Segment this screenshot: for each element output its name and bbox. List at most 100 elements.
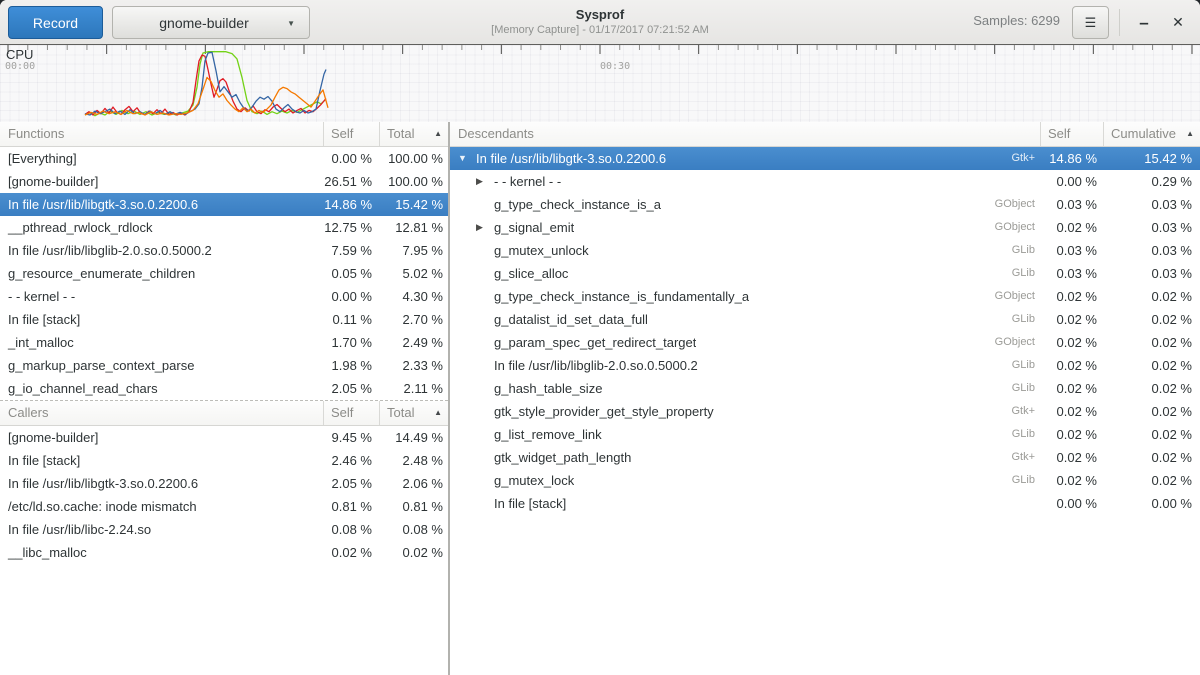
descendants-self-column-header[interactable]: Self (1040, 122, 1103, 146)
function-name: In file /usr/lib/libglib-2.0.so.0.5000.2 (0, 239, 323, 262)
function-name: g_io_channel_read_chars (0, 377, 323, 400)
functions-row[interactable]: g_markup_parse_context_parse1.98 %2.33 % (0, 354, 448, 377)
expander-closed-icon[interactable]: ▶ (476, 216, 494, 239)
capture-subtitle: [Memory Capture] - 01/17/2017 07:21:52 A… (300, 23, 900, 37)
cumulative-percent: 0.02 % (1103, 331, 1200, 354)
functions-row[interactable]: In file [stack]0.11 %2.70 % (0, 308, 448, 331)
expander-closed-icon[interactable]: ▶ (476, 170, 494, 193)
descendants-row[interactable]: gtk_style_provider_get_style_propertyGtk… (450, 400, 1200, 423)
functions-row[interactable]: [Everything]0.00 %100.00 % (0, 147, 448, 170)
functions-row[interactable]: In file /usr/lib/libglib-2.0.so.0.5000.2… (0, 239, 448, 262)
callers-row[interactable]: In file [stack]2.46 %2.48 % (0, 449, 448, 472)
self-percent: 0.02 % (1040, 308, 1103, 331)
indent-spacer (458, 423, 476, 446)
self-percent: 0.02 % (1040, 423, 1103, 446)
function-name: In file /usr/lib/libc-2.24.so (0, 518, 323, 541)
function-name: g_param_spec_get_redirect_target (494, 331, 696, 354)
callers-row[interactable]: In file /usr/lib/libgtk-3.so.0.2200.62.0… (0, 472, 448, 495)
indent-spacer (458, 377, 476, 400)
functions-row[interactable]: _int_malloc1.70 %2.49 % (0, 331, 448, 354)
callers-row[interactable]: In file /usr/lib/libc-2.24.so0.08 %0.08 … (0, 518, 448, 541)
titlebar-separator (1119, 9, 1120, 36)
function-name: In file [stack] (0, 308, 323, 331)
total-percent: 15.42 % (379, 193, 448, 216)
sort-ascending-icon: ▲ (434, 122, 442, 146)
record-button[interactable]: Record (8, 6, 103, 39)
functions-row[interactable]: In file /usr/lib/libgtk-3.so.0.2200.614.… (0, 193, 448, 216)
function-name: __pthread_rwlock_rdlock (0, 216, 323, 239)
descendant-name-cell: g_mutex_unlockGLib (450, 239, 1040, 262)
functions-row[interactable]: - - kernel - -0.00 %4.30 % (0, 285, 448, 308)
functions-row[interactable]: [gnome-builder]26.51 %100.00 % (0, 170, 448, 193)
expander-placeholder (476, 239, 494, 262)
sysprof-window: Record gnome-builder ▼ Sysprof [Memory C… (0, 0, 1200, 675)
function-name: In file /usr/lib/libgtk-3.so.0.2200.6 (0, 193, 323, 216)
descendants-row[interactable]: g_mutex_unlockGLib0.03 %0.03 % (450, 239, 1200, 262)
functions-column-header[interactable]: Functions (0, 122, 323, 146)
cpu-graph-label: CPU (6, 48, 33, 61)
descendants-row[interactable]: In file [stack]0.00 %0.00 % (450, 492, 1200, 515)
descendants-row[interactable]: In file /usr/lib/libglib-2.0.so.0.5000.2… (450, 354, 1200, 377)
self-percent: 0.02 % (1040, 285, 1103, 308)
close-button[interactable]: ✕ (1162, 6, 1194, 39)
functions-total-column-header[interactable]: Total ▲ (379, 122, 448, 146)
descendant-name-cell: g_mutex_lockGLib (450, 469, 1040, 492)
descendants-row[interactable]: g_type_check_instance_is_aGObject0.03 %0… (450, 193, 1200, 216)
library-tag: GObject (995, 331, 1040, 354)
function-name: gtk_style_provider_get_style_property (494, 400, 714, 423)
title-box: Sysprof [Memory Capture] - 01/17/2017 07… (300, 6, 900, 37)
descendants-row[interactable]: g_type_check_instance_is_fundamentally_a… (450, 285, 1200, 308)
descendants-row[interactable]: ▼In file /usr/lib/libgtk-3.so.0.2200.6Gt… (450, 147, 1200, 170)
indent-spacer (458, 446, 476, 469)
function-name: g_resource_enumerate_children (0, 262, 323, 285)
descendants-header: Descendants Self Cumulative ▲ (450, 122, 1200, 147)
descendants-row[interactable]: g_list_remove_linkGLib0.02 %0.02 % (450, 423, 1200, 446)
library-tag: GLib (1012, 423, 1040, 446)
functions-row[interactable]: g_resource_enumerate_children0.05 %5.02 … (0, 262, 448, 285)
descendants-row[interactable]: ▶g_signal_emitGObject0.02 %0.03 % (450, 216, 1200, 239)
cumulative-percent: 0.03 % (1103, 262, 1200, 285)
cumulative-percent: 0.02 % (1103, 469, 1200, 492)
cumulative-percent: 0.03 % (1103, 239, 1200, 262)
descendants-cumulative-column-header[interactable]: Cumulative ▲ (1103, 122, 1200, 146)
callers-row[interactable]: __libc_malloc0.02 %0.02 % (0, 541, 448, 564)
process-selector-dropdown[interactable]: gnome-builder ▼ (112, 6, 310, 39)
function-name: [gnome-builder] (0, 170, 323, 193)
minimize-button[interactable]: – (1128, 6, 1160, 39)
cumulative-percent: 0.02 % (1103, 354, 1200, 377)
callers-total-column-header[interactable]: Total ▲ (379, 401, 448, 425)
functions-self-column-header[interactable]: Self (323, 122, 379, 146)
expander-placeholder (476, 377, 494, 400)
self-percent: 0.02 % (1040, 377, 1103, 400)
descendants-row[interactable]: g_mutex_lockGLib0.02 %0.02 % (450, 469, 1200, 492)
callers-row[interactable]: /etc/ld.so.cache: inode mismatch0.81 %0.… (0, 495, 448, 518)
function-name: g_signal_emit (494, 216, 574, 239)
menu-button[interactable]: ☰ (1072, 6, 1109, 39)
descendants-column-header[interactable]: Descendants (450, 122, 1040, 146)
cumulative-percent: 0.02 % (1103, 285, 1200, 308)
callers-self-column-header[interactable]: Self (323, 401, 379, 425)
descendants-row[interactable]: gtk_widget_path_lengthGtk+0.02 %0.02 % (450, 446, 1200, 469)
descendants-row[interactable]: g_datalist_id_set_data_fullGLib0.02 %0.0… (450, 308, 1200, 331)
self-percent: 0.03 % (1040, 262, 1103, 285)
callers-column-header[interactable]: Callers (0, 401, 323, 425)
cpu-graph[interactable]: CPU 00:00 00:30 (0, 45, 1200, 123)
expander-placeholder (476, 262, 494, 285)
cumulative-percent: 0.03 % (1103, 216, 1200, 239)
self-percent: 0.03 % (1040, 239, 1103, 262)
descendant-name-cell: g_slice_allocGLib (450, 262, 1040, 285)
descendants-row[interactable]: g_param_spec_get_redirect_target GObject 0… (450, 331, 1200, 354)
callers-row[interactable]: [gnome-builder]9.45 %14.49 % (0, 426, 448, 449)
chevron-down-icon: ▼ (287, 19, 295, 28)
indent-spacer (458, 354, 476, 377)
descendants-row[interactable]: g_slice_allocGLib0.03 %0.03 % (450, 262, 1200, 285)
sort-ascending-icon: ▲ (1186, 122, 1194, 146)
total-percent: 0.81 % (379, 495, 448, 518)
functions-row[interactable]: g_io_channel_read_chars2.05 %2.11 % (0, 377, 448, 400)
functions-row[interactable]: __pthread_rwlock_rdlock12.75 %12.81 % (0, 216, 448, 239)
descendants-row[interactable]: ▶- - kernel - -0.00 %0.29 % (450, 170, 1200, 193)
close-icon: ✕ (1172, 14, 1184, 31)
expander-open-icon[interactable]: ▼ (458, 147, 476, 170)
descendants-row[interactable]: g_hash_table_sizeGLib0.02 %0.02 % (450, 377, 1200, 400)
function-name: In file [stack] (494, 492, 566, 515)
